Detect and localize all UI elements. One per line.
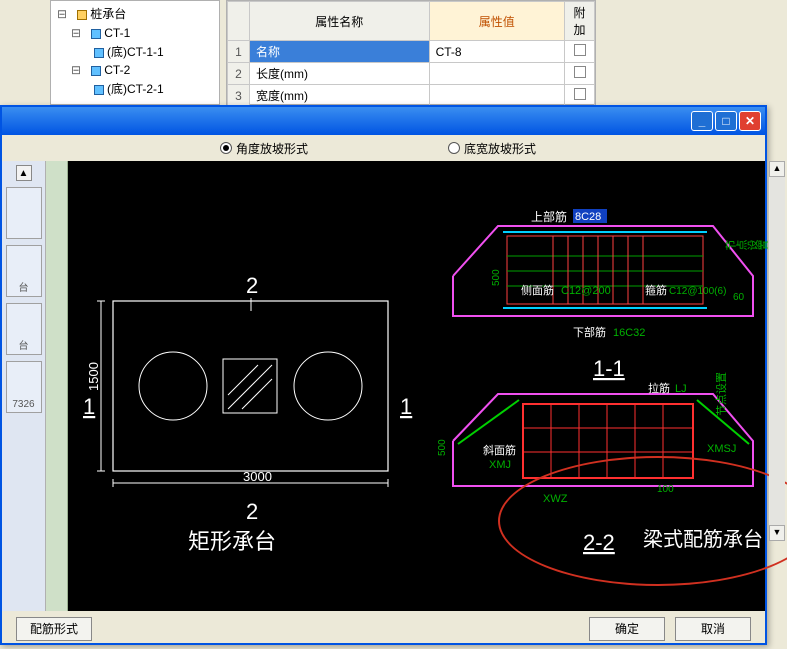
rebar-form-button[interactable]: 配筋形式 (16, 617, 92, 641)
prop-value[interactable] (429, 63, 564, 85)
prop-name[interactable]: 宽度(mm) (250, 85, 430, 107)
svg-text:16C32: 16C32 (613, 327, 645, 339)
svg-text:下部筋: 下部筋 (573, 325, 606, 339)
thumbnail[interactable] (6, 187, 42, 239)
scroll-down-icon[interactable]: ▼ (769, 525, 785, 541)
svg-text:矩形承台: 矩形承台 (188, 529, 276, 554)
svg-text:梁式配筋承台: 梁式配筋承台 (643, 528, 763, 551)
svg-text:100: 100 (657, 484, 674, 495)
scroll-up-icon[interactable]: ▲ (769, 161, 785, 177)
svg-text:2-2: 2-2 (583, 530, 615, 555)
tree-item[interactable]: (底)CT-2-1 (107, 82, 164, 96)
prop-name[interactable]: 长度(mm) (250, 63, 430, 85)
svg-text:1: 1 (83, 394, 95, 419)
close-button[interactable]: ✕ (739, 111, 761, 131)
cancel-button[interactable]: 取消 (675, 617, 751, 641)
svg-text:箍筋: 箍筋 (645, 283, 667, 297)
svg-text:XMJ: XMJ (489, 459, 511, 471)
thumbnail[interactable]: 台 (6, 303, 42, 355)
svg-text:节点设置: 节点设置 (715, 372, 728, 416)
tree-item[interactable]: (底)CT-1-1 (107, 45, 164, 59)
tree-root: 桩承台 (90, 7, 126, 21)
checkbox[interactable] (574, 66, 586, 78)
thumbnail-panel: ▲ 台 台 7326 (2, 161, 46, 611)
svg-text:拉筋: 拉筋 (648, 381, 670, 395)
opt-width[interactable]: 底宽放坡形式 (448, 140, 536, 157)
thumbnail[interactable]: 7326 (6, 361, 42, 413)
radio-icon (448, 142, 460, 154)
svg-text:500: 500 (491, 269, 502, 286)
svg-text:XMSJ: XMSJ (707, 443, 736, 455)
minimize-button[interactable]: _ (691, 111, 713, 131)
svg-text:2: 2 (246, 273, 258, 298)
col-extra: 附加 (565, 2, 595, 41)
svg-text:60: 60 (733, 292, 745, 303)
svg-text:C12@200: C12@200 (561, 285, 611, 297)
svg-text:1: 1 (400, 394, 412, 419)
prop-name[interactable]: 名称 (250, 41, 430, 63)
svg-text:2: 2 (246, 499, 258, 524)
component-tree[interactable]: ⊟ 桩承台 ⊟ CT-1 (底)CT-1-1 ⊟ CT-2 (底)CT-2-1 (50, 0, 220, 105)
thumb-up-button[interactable]: ▲ (16, 165, 32, 181)
svg-text:斜面筋: 斜面筋 (483, 443, 516, 457)
checkbox[interactable] (574, 44, 586, 56)
property-grid[interactable]: 属性名称 属性值 附加 1 名称 CT-8 2 长度(mm) 3 宽度(mm) … (226, 0, 596, 105)
drawing-canvas[interactable]: 3000 1500 2 2 1 1 矩形承台 (68, 161, 765, 611)
opt-angle[interactable]: 角度放坡形式 (220, 140, 308, 157)
tree-item[interactable]: CT-1 (104, 26, 130, 40)
maximize-button[interactable]: □ (715, 111, 737, 131)
svg-text:3000: 3000 (243, 469, 272, 484)
svg-text:1-1: 1-1 (593, 356, 625, 381)
svg-text:节点设置: 节点设置 (725, 240, 768, 253)
svg-text:8C28: 8C28 (575, 211, 601, 223)
ok-button[interactable]: 确定 (589, 617, 665, 641)
thumbnail[interactable]: 台 (6, 245, 42, 297)
vertical-ruler (46, 161, 68, 611)
tree-item[interactable]: CT-2 (104, 63, 130, 77)
radio-icon (220, 142, 232, 154)
svg-text:上部筋: 上部筋 (531, 209, 567, 224)
titlebar[interactable]: _ □ ✕ (2, 107, 765, 135)
svg-text:LJ: LJ (675, 383, 687, 395)
drawing-svg: 3000 1500 2 2 1 1 矩形承台 (68, 161, 768, 611)
svg-text:1500: 1500 (86, 362, 101, 391)
rebar-form-dialog: _ □ ✕ 角度放坡形式 底宽放坡形式 ▲ 台 台 7326 (0, 105, 767, 645)
svg-text:C12@100(6): C12@100(6) (669, 286, 726, 297)
slope-options: 角度放坡形式 底宽放坡形式 (2, 135, 765, 161)
prop-value[interactable] (429, 85, 564, 107)
prop-value[interactable]: CT-8 (429, 41, 564, 63)
dialog-footer: 配筋形式 确定 取消 (2, 611, 765, 647)
svg-text:XWZ: XWZ (543, 493, 568, 505)
checkbox[interactable] (574, 88, 586, 100)
svg-text:500: 500 (437, 439, 448, 456)
col-name: 属性名称 (250, 2, 430, 41)
col-value: 属性值 (429, 2, 564, 41)
vertical-scrollbar[interactable]: ▲ ▼ (769, 161, 785, 541)
svg-text:侧面筋: 侧面筋 (521, 283, 554, 297)
